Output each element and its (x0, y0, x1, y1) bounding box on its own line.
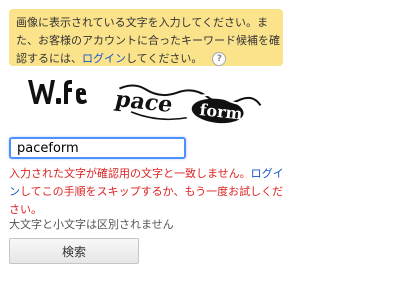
notice-line-3: 認するには、ログインしてください。? (16, 50, 276, 68)
captcha-answer-input[interactable] (9, 137, 186, 159)
error-text: 入力された文字が確認用の文字と一致しません。 (9, 167, 251, 180)
login-notice: 画像に表示されている文字を入力してください。ま た、お客様のアカウントに合ったキ… (9, 9, 283, 66)
error-line-1: 入力された文字が確認用の文字と一致しません。ログイ (9, 165, 395, 183)
error-text-continued: してこの手順をスキップするか、もう一度お試しくだ (20, 185, 284, 198)
notice-text-after-link: してください。 (126, 52, 203, 65)
notice-line-2: た、お客様のアカウントに合ったキーワード候補を確 (16, 34, 280, 47)
login-link-error[interactable]: ログイ (251, 167, 284, 180)
error-line-2: ンしてこの手順をスキップするか、もう一度お試しくだ (9, 183, 395, 201)
captcha-verification-panel: 画像に表示されている文字を入力してください。ま た、お客様のアカウントに合ったキ… (0, 0, 400, 300)
captcha-glyphs-left (28, 80, 87, 104)
captcha-error-message: 入力された文字が確認用の文字と一致しません。ログイ ンしてこの手順をスキップする… (9, 165, 395, 219)
search-button[interactable]: 検索 (9, 238, 139, 264)
help-icon[interactable]: ? (212, 52, 227, 66)
notice-text-before-link: 認するには、 (16, 52, 82, 65)
svg-text:pace: pace (112, 87, 175, 118)
captcha-image: pace form (28, 80, 262, 123)
case-insensitive-note: 大文字と小文字は区別されません (9, 218, 174, 231)
login-link[interactable]: ログイン (82, 52, 126, 65)
error-line-3: さい。 (9, 203, 42, 216)
login-link-error-continued[interactable]: ン (9, 185, 20, 198)
notice-line-1: 画像に表示されている文字を入力してください。ま (16, 16, 269, 29)
captcha-glyphs-right: pace form (112, 84, 262, 123)
